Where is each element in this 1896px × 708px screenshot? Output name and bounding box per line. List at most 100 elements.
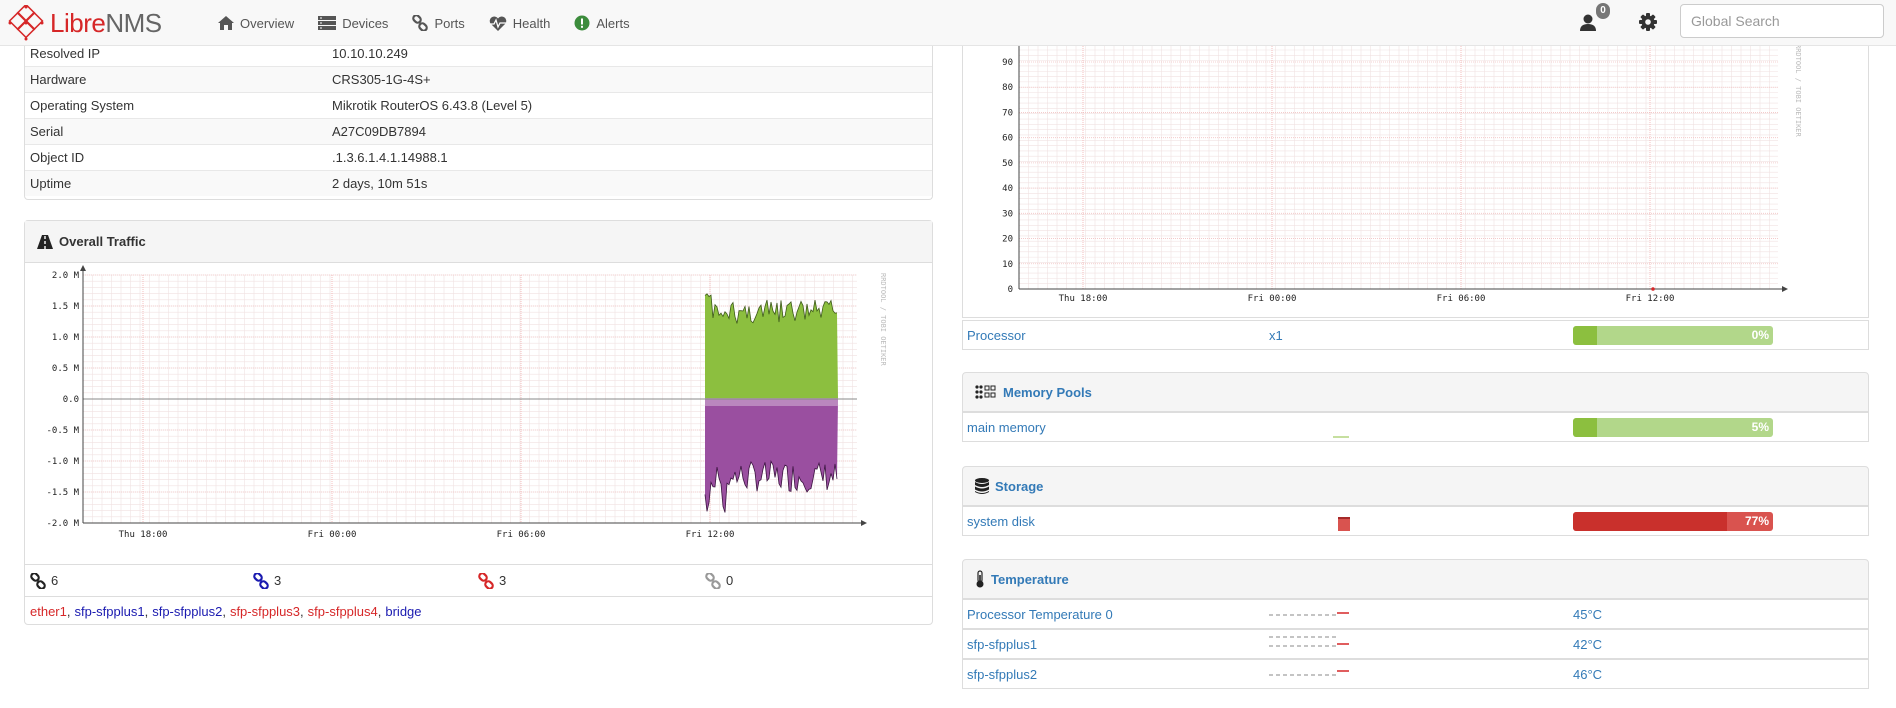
temperature-value[interactable]: 46°C bbox=[1573, 667, 1602, 682]
temperature-sparkline[interactable] bbox=[1269, 668, 1351, 680]
processor-usage-bar[interactable]: 0% bbox=[1573, 326, 1773, 345]
storage-usage-bar[interactable]: 77% bbox=[1573, 512, 1773, 531]
nav-alerts[interactable]: Alerts bbox=[562, 0, 641, 46]
processor-row: Processor x1 0% bbox=[962, 320, 1869, 350]
x-tick-label: Fri 12:00 bbox=[1626, 294, 1675, 304]
navbar: LibreNMS Overview Devices Ports Health A… bbox=[0, 0, 1896, 46]
port-link-ether1[interactable]: ether1 bbox=[30, 604, 67, 619]
ports-disabled-count: 0 bbox=[726, 573, 734, 588]
memory-pools-heading[interactable]: Memory Pools bbox=[962, 372, 1869, 412]
link-up-icon bbox=[253, 572, 269, 589]
home-icon bbox=[218, 16, 234, 30]
y-tick-label: -1.0 M bbox=[46, 457, 79, 467]
ports-disabled[interactable]: 0 bbox=[705, 572, 734, 589]
y-tick-label: 0.5 M bbox=[52, 364, 80, 374]
memory-usage-bar[interactable]: 5% bbox=[1573, 418, 1773, 437]
processor-y-axis: 90 80 70 60 50 40 30 20 10 0 bbox=[1002, 40, 1020, 295]
nav-health-label: Health bbox=[512, 15, 551, 31]
storage-usage-percent: 77% bbox=[1744, 514, 1769, 528]
info-key: Uptime bbox=[30, 176, 72, 191]
info-value: 10.10.10.249 bbox=[332, 45, 408, 61]
notification-badge[interactable]: 0 bbox=[1596, 3, 1610, 19]
port-separator: , bbox=[66, 604, 71, 619]
server-icon bbox=[318, 16, 337, 30]
nav-devices-label: Devices bbox=[342, 15, 389, 31]
ports-total-count: 6 bbox=[51, 573, 59, 588]
y-tick-label: 80 bbox=[1002, 83, 1013, 93]
nav-health[interactable]: Health bbox=[477, 0, 563, 46]
ports-down-count: 3 bbox=[499, 573, 507, 588]
port-separator: , bbox=[222, 604, 226, 619]
port-separator: , bbox=[144, 604, 149, 619]
y-tick-label: 2.0 M bbox=[52, 271, 80, 281]
temperature-title: Temperature bbox=[991, 571, 1069, 587]
processor-count[interactable]: x1 bbox=[1269, 328, 1283, 343]
x-tick-label: Fri 00:00 bbox=[1248, 294, 1297, 304]
memory-sparkline[interactable] bbox=[1333, 435, 1349, 439]
temperature-label[interactable]: sfp-sfpplus2 bbox=[967, 667, 1037, 682]
y-tick-label: -0.5 M bbox=[46, 426, 79, 436]
info-row-object-id: Object ID .1.3.6.1.4.1.14988.1 bbox=[25, 144, 932, 170]
nav-ports-label: Ports bbox=[434, 15, 465, 31]
y-tick-label: -2.0 M bbox=[46, 519, 79, 529]
y-tick-label: 0 bbox=[1008, 285, 1013, 295]
y-tick-label: 30 bbox=[1002, 209, 1013, 219]
temperature-sparkline[interactable] bbox=[1269, 608, 1351, 620]
y-tick-label: 50 bbox=[1002, 159, 1013, 169]
overall-traffic-panel: Overall Traffic 2.0 M 1.5 M 1.0 M 0.5 M 0.0 -… bbox=[24, 220, 933, 625]
storage-label[interactable]: system disk bbox=[967, 514, 1035, 529]
port-link-bridge[interactable]: bridge bbox=[385, 604, 421, 619]
link-down-icon bbox=[478, 572, 494, 589]
processor-usage-percent: 0% bbox=[1751, 328, 1769, 342]
traffic-graph[interactable]: 2.0 M 1.5 M 1.0 M 0.5 M 0.0 -0.5 M -1.0 M -1.5 … bbox=[25, 263, 932, 563]
ports-total[interactable]: 6 bbox=[30, 572, 59, 589]
port-link-sfp-sfpplus1[interactable]: sfp-sfpplus1 bbox=[75, 604, 145, 619]
memory-pools-title: Memory Pools bbox=[1003, 384, 1092, 400]
gear-icon[interactable] bbox=[1638, 12, 1658, 32]
alert-icon bbox=[574, 15, 590, 31]
ports-down[interactable]: 3 bbox=[478, 572, 507, 589]
nav-overview[interactable]: Overview bbox=[206, 0, 306, 46]
y-tick-label: 40 bbox=[1002, 184, 1013, 194]
info-key: Serial bbox=[30, 124, 64, 139]
traffic-watermark: RRDTOOL / TOBI OETIKER bbox=[879, 273, 887, 367]
storage-sparkline[interactable] bbox=[1338, 515, 1350, 531]
storage-heading[interactable]: Storage bbox=[962, 466, 1869, 506]
brand-logo[interactable]: LibreNMS bbox=[8, 5, 162, 41]
temperature-heading[interactable]: Temperature bbox=[962, 559, 1869, 599]
nav-ports[interactable]: Ports bbox=[400, 0, 476, 46]
temperature-value[interactable]: 45°C bbox=[1573, 607, 1602, 622]
memory-icon bbox=[975, 385, 996, 399]
port-link-sfp-sfpplus2[interactable]: sfp-sfpplus2 bbox=[152, 604, 222, 619]
nav-devices[interactable]: Devices bbox=[306, 0, 400, 46]
port-link-sfp-sfpplus4[interactable]: sfp-sfpplus4 bbox=[308, 604, 378, 619]
info-key: Hardware bbox=[30, 72, 87, 87]
road-icon bbox=[37, 234, 53, 249]
traffic-x-axis: Thu 18:00 Fri 00:00 Fri 06:00 Fri 12:00 bbox=[83, 520, 867, 540]
info-value: A27C09DB7894 bbox=[332, 124, 426, 139]
librenms-logo-icon bbox=[8, 5, 44, 41]
info-row-uptime: Uptime 2 days, 10m 51s bbox=[25, 170, 932, 196]
processor-x-axis: Thu 18:00 Fri 00:00 Fri 06:00 Fri 12:00 bbox=[1019, 286, 1788, 304]
port-link-sfp-sfpplus3[interactable]: sfp-sfpplus3 bbox=[230, 604, 300, 619]
y-tick-label: 20 bbox=[1002, 235, 1013, 245]
processor-usage-fill bbox=[1573, 326, 1597, 345]
processor-graph-panel: 90 80 70 60 50 40 30 20 10 0 Thu 18:00 Fri 00:00 Fr… bbox=[962, 40, 1869, 318]
memory-label[interactable]: main memory bbox=[967, 420, 1046, 435]
temperature-value[interactable]: 42°C bbox=[1573, 637, 1602, 652]
x-tick-label: Thu 18:00 bbox=[119, 530, 168, 540]
x-tick-label: Fri 06:00 bbox=[497, 530, 546, 540]
processor-graph[interactable]: 90 80 70 60 50 40 30 20 10 0 Thu 18:00 Fri 00:00 Fr… bbox=[963, 40, 1868, 318]
temperature-label[interactable]: sfp-sfpplus1 bbox=[967, 637, 1037, 652]
x-tick-label: Thu 18:00 bbox=[1059, 294, 1108, 304]
processor-label[interactable]: Processor bbox=[967, 328, 1026, 343]
temperature-sparkline[interactable] bbox=[1269, 634, 1351, 650]
storage-title: Storage bbox=[995, 478, 1044, 494]
temperature-row: Processor Temperature 0 45°C bbox=[962, 599, 1869, 629]
ports-up[interactable]: 3 bbox=[253, 572, 281, 589]
info-key: Resolved IP bbox=[30, 45, 101, 61]
temperature-label[interactable]: Processor Temperature 0 bbox=[967, 607, 1113, 622]
global-search-input[interactable] bbox=[1680, 4, 1884, 38]
link-icon bbox=[30, 572, 46, 589]
info-value: CRS305-1G-4S+ bbox=[332, 72, 431, 87]
